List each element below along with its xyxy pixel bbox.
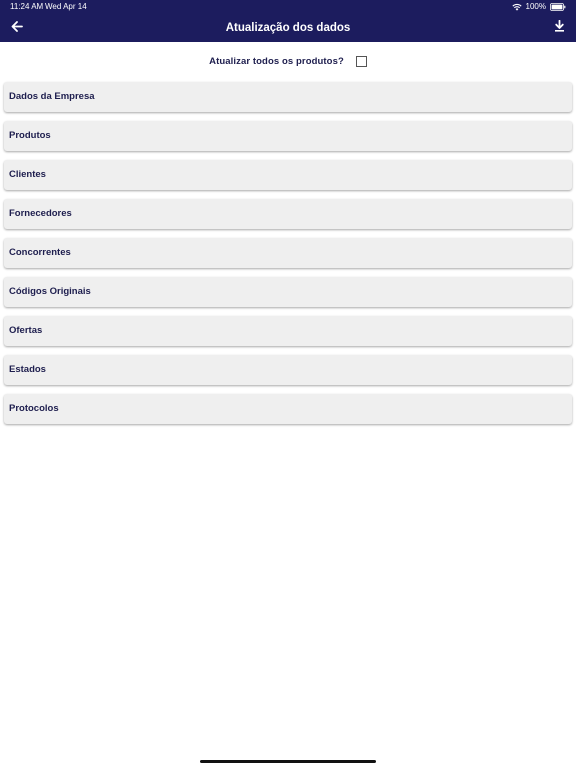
section-item[interactable]: Concorrentes <box>4 238 572 268</box>
section-item[interactable]: Protocolos <box>4 394 572 424</box>
wifi-icon <box>511 3 522 11</box>
update-all-checkbox[interactable] <box>355 55 367 67</box>
battery-icon <box>550 3 566 11</box>
section-item-label: Dados da Empresa <box>9 91 95 102</box>
update-all-label: Atualizar todos os produtos? <box>209 55 344 67</box>
arrow-left-icon <box>11 19 23 37</box>
section-item-label: Fornecedores <box>9 208 72 219</box>
navigation-bar: Atualização dos dados <box>0 14 576 42</box>
section-item-label: Estados <box>9 364 46 375</box>
status-date: Wed Apr 14 <box>45 2 87 11</box>
section-item[interactable]: Produtos <box>4 121 572 151</box>
update-all-row: Atualizar todos os produtos? <box>0 52 576 70</box>
battery-percentage: 100% <box>525 2 546 11</box>
top-bar: 11:24 AM Wed Apr 14 100% Atualização dos… <box>0 0 576 42</box>
page-title: Atualização dos dados <box>225 22 351 34</box>
download-button[interactable] <box>548 17 570 39</box>
section-item-label: Códigos Originais <box>9 286 91 297</box>
section-item[interactable]: Estados <box>4 355 572 385</box>
status-right: 100% <box>511 0 566 14</box>
section-item[interactable]: Clientes <box>4 160 572 190</box>
section-item[interactable]: Ofertas <box>4 316 572 346</box>
back-button[interactable] <box>6 17 28 39</box>
app-screen: 11:24 AM Wed Apr 14 100% Atualização dos… <box>0 0 576 768</box>
status-bar: 11:24 AM Wed Apr 14 100% <box>0 0 576 14</box>
section-item[interactable]: Dados da Empresa <box>4 82 572 112</box>
section-item-label: Protocolos <box>9 403 59 414</box>
section-item[interactable]: Códigos Originais <box>4 277 572 307</box>
section-item-label: Produtos <box>9 130 51 141</box>
section-item-label: Ofertas <box>9 325 43 336</box>
section-item[interactable]: Fornecedores <box>4 199 572 229</box>
section-item-label: Clientes <box>9 169 46 180</box>
home-indicator <box>200 760 376 763</box>
section-item-label: Concorrentes <box>9 247 71 258</box>
status-time: 11:24 AM <box>10 2 44 11</box>
section-list: Dados da Empresa Produtos Clientes Forneced… <box>4 82 572 433</box>
download-icon <box>554 19 565 37</box>
